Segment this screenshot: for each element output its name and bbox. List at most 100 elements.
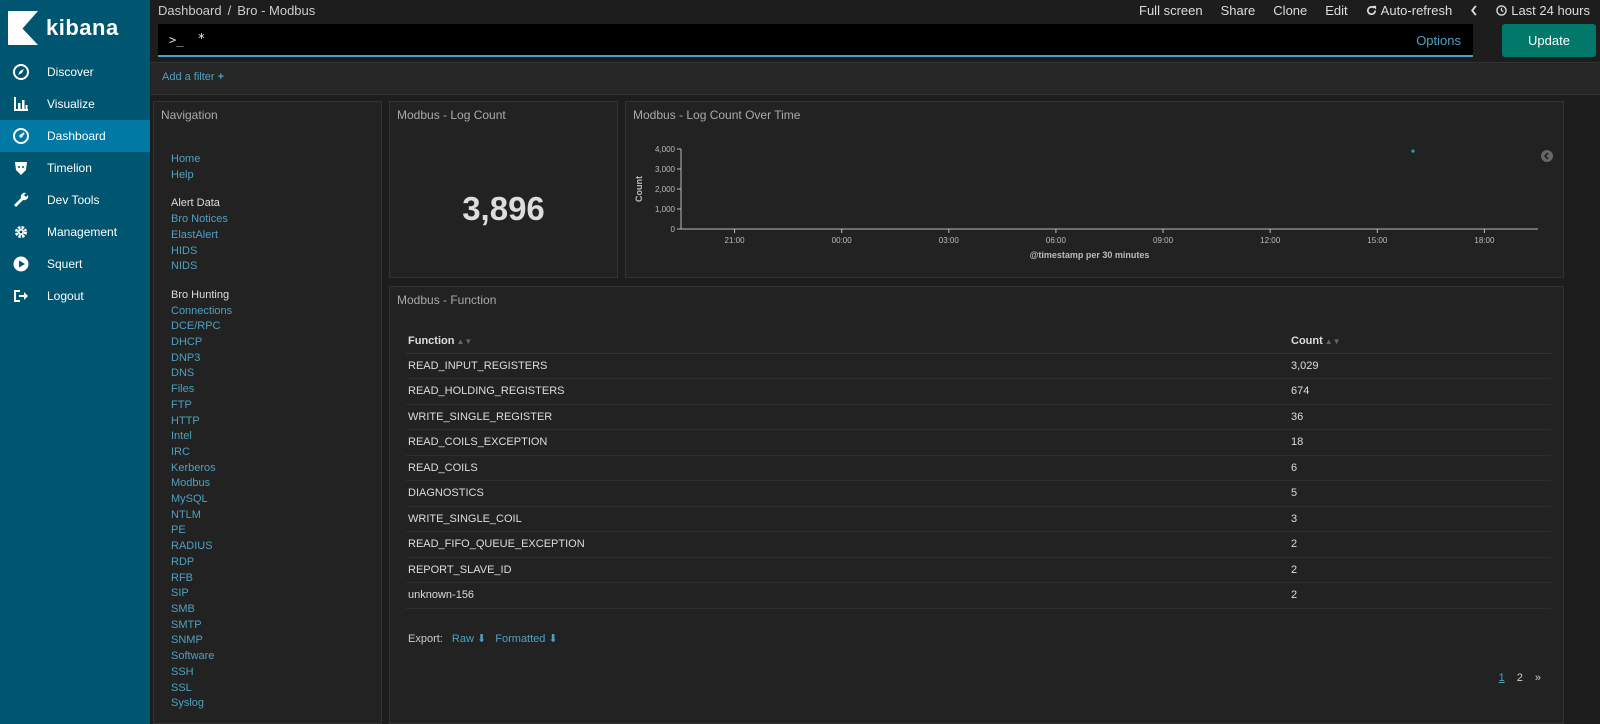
sidebar-item-label: Logout [47, 289, 84, 303]
column-header-function[interactable]: Function ▲▼ [406, 330, 1289, 354]
nav-link-mysql[interactable]: MySQL [171, 492, 232, 508]
clone-button[interactable]: Clone [1273, 3, 1307, 18]
nav-link-ntlm[interactable]: NTLM [171, 508, 232, 524]
y-tick-label: 2,000 [655, 185, 676, 194]
sidebar-item-visualize[interactable]: Visualize [0, 88, 150, 120]
count-cell: 3,029 [1289, 353, 1551, 379]
time-picker-button[interactable]: Last 24 hours [1496, 3, 1590, 18]
nav-link-files[interactable]: Files [171, 382, 232, 398]
wrench-icon [12, 191, 30, 209]
sidebar-item-logout[interactable]: Logout [0, 280, 150, 312]
function-cell: DIAGNOSTICS [406, 480, 1289, 507]
table-row: unknown-156 2 [406, 582, 1551, 609]
x-tick-label: 00:00 [832, 236, 853, 245]
edit-button[interactable]: Edit [1325, 3, 1347, 18]
top-bar: Dashboard / Bro - Modbus Full screen Share… [150, 0, 1600, 62]
full-screen-button[interactable]: Full screen [1139, 3, 1203, 18]
function-table: Function ▲▼ Count ▲▼ READ_INPUT_REGISTERS 3… [406, 330, 1551, 609]
table-row: WRITE_SINGLE_COIL 3 [406, 506, 1551, 532]
nav-link-nids[interactable]: NIDS [171, 259, 232, 275]
export-raw-button[interactable]: Raw ⬇ [452, 633, 486, 645]
nav-link-intel[interactable]: Intel [171, 429, 232, 445]
nav-link-snmp[interactable]: SNMP [171, 633, 232, 649]
log-count-panel: Modbus - Log Count 3,896 [389, 101, 618, 278]
y-tick-label: 3,000 [655, 165, 676, 174]
nav-link-elastalert[interactable]: ElastAlert [171, 228, 232, 244]
share-button[interactable]: Share [1221, 3, 1256, 18]
function-cell: READ_COILS_EXCEPTION [406, 429, 1289, 456]
page-1-button[interactable]: 1 [1499, 672, 1505, 684]
gear-icon [12, 223, 30, 241]
nav-link-smtp[interactable]: SMTP [171, 618, 232, 634]
sidebar: kibana Discover Visualize Dashboard Timelio… [0, 0, 150, 724]
auto-refresh-button[interactable]: Auto-refresh [1366, 3, 1452, 18]
sidebar-item-discover[interactable]: Discover [0, 56, 150, 88]
page-2-button[interactable]: 2 [1517, 672, 1523, 684]
kibana-logo[interactable]: kibana [0, 0, 150, 56]
nav-link-ftp[interactable]: FTP [171, 398, 232, 414]
function-cell: unknown-156 [406, 582, 1289, 609]
nav-link-ssl[interactable]: SSL [171, 681, 232, 697]
search-input[interactable]: >_ * Options [158, 24, 1473, 57]
chevron-left-icon [1471, 5, 1477, 16]
nav-link-kerberos[interactable]: Kerberos [171, 461, 232, 477]
sidebar-item-dashboard[interactable]: Dashboard [0, 120, 150, 152]
sidebar-item-label: Squert [47, 257, 83, 271]
count-cell: 2 [1289, 531, 1551, 558]
nav-link-http[interactable]: HTTP [171, 414, 232, 430]
function-cell: READ_COILS [406, 455, 1289, 481]
query-text[interactable]: * [197, 32, 205, 47]
data-point [1411, 149, 1415, 153]
logout-icon [12, 287, 30, 305]
play-icon [12, 255, 30, 273]
nav-link-sip[interactable]: SIP [171, 586, 232, 602]
nav-link-help[interactable]: Help [171, 168, 232, 184]
sidebar-item-squert[interactable]: Squert [0, 248, 150, 280]
nav-link-rfb[interactable]: RFB [171, 571, 232, 587]
export-formatted-button[interactable]: Formatted ⬇ [495, 633, 557, 645]
column-header-count[interactable]: Count ▲▼ [1289, 330, 1551, 354]
function-cell: REPORT_SLAVE_ID [406, 557, 1289, 583]
nav-link-irc[interactable]: IRC [171, 445, 232, 461]
sidebar-item-dev-tools[interactable]: Dev Tools [0, 184, 150, 216]
nav-link-hids[interactable]: HIDS [171, 244, 232, 260]
nav-section-heading: Bro Hunting [171, 288, 230, 301]
sidebar-item-label: Timelion [47, 161, 92, 175]
nav-link-rdp[interactable]: RDP [171, 555, 232, 571]
nav-link-connections[interactable]: Connections [171, 304, 232, 320]
sort-icon: ▲▼ [1324, 337, 1341, 347]
sidebar-item-timelion[interactable]: Timelion [0, 152, 150, 184]
dashboard-nav-list: Home Help Alert Data Bro Notices ElastAlert H… [171, 152, 232, 712]
count-cell: 2 [1289, 582, 1551, 609]
table-row: REPORT_SLAVE_ID 2 [406, 557, 1551, 583]
nav-link-bro-notices[interactable]: Bro Notices [171, 212, 232, 228]
time-back-button[interactable] [1470, 5, 1478, 16]
x-tick-label: 12:00 [1260, 236, 1281, 245]
legend-toggle-icon[interactable] [1541, 150, 1553, 162]
options-button[interactable]: Options [1416, 33, 1461, 48]
y-tick-label: 1,000 [655, 205, 676, 214]
panel-title: Modbus - Function [397, 293, 497, 307]
next-page-button[interactable]: » [1535, 672, 1541, 684]
sidebar-item-label: Dev Tools [47, 193, 100, 207]
nav-link-software[interactable]: Software [171, 649, 232, 665]
nav-link-smb[interactable]: SMB [171, 602, 232, 618]
add-filter-button[interactable]: Add a filter + [162, 71, 224, 83]
nav-link-dns[interactable]: DNS [171, 366, 232, 382]
nav-section-heading: Alert Data [171, 197, 220, 210]
nav-link-dhcp[interactable]: DHCP [171, 335, 232, 351]
breadcrumb-root[interactable]: Dashboard [158, 3, 222, 18]
filter-bar: Add a filter + [150, 62, 1600, 95]
sidebar-item-management[interactable]: Management [0, 216, 150, 248]
nav-link-ssh[interactable]: SSH [171, 665, 232, 681]
nav-link-modbus[interactable]: Modbus [171, 476, 232, 492]
nav-link-radius[interactable]: RADIUS [171, 539, 232, 555]
update-button[interactable]: Update [1502, 24, 1596, 57]
export-bar: Export: Raw ⬇ Formatted ⬇ [408, 632, 558, 645]
nav-link-dce-rpc[interactable]: DCE/RPC [171, 319, 232, 335]
nav-link-pe[interactable]: PE [171, 523, 232, 539]
y-tick-label: 0 [671, 225, 676, 234]
nav-link-home[interactable]: Home [171, 152, 232, 168]
nav-link-dnp3[interactable]: DNP3 [171, 351, 232, 367]
nav-link-syslog[interactable]: Syslog [171, 696, 232, 712]
